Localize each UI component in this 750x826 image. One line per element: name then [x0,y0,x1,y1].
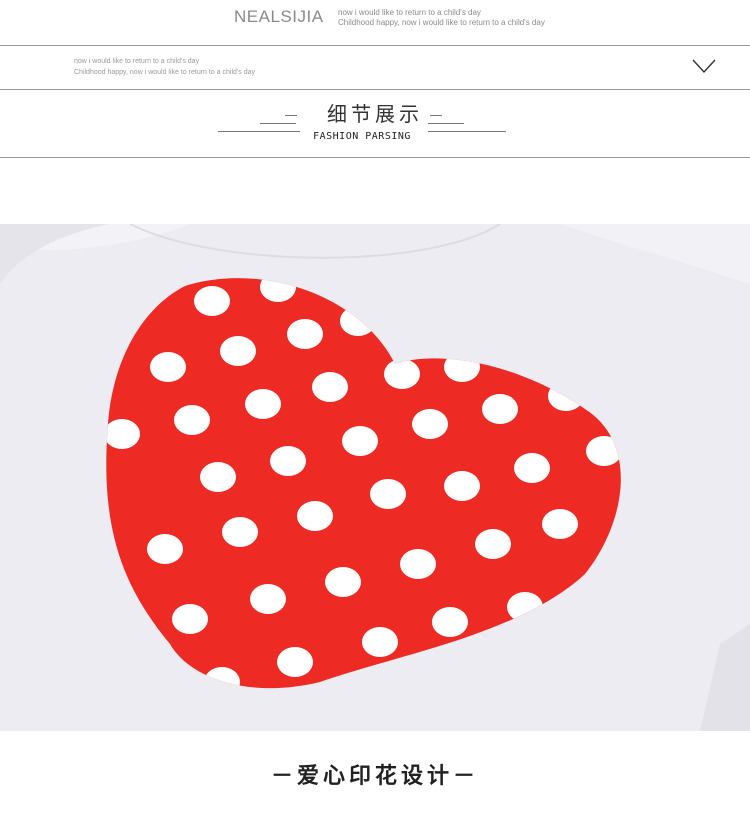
decor-line [285,115,297,116]
brand-name: NEALSIJIA [234,7,324,26]
decor-line [218,131,300,132]
section-title: 细节展示 FASHION PARSING [0,90,750,158]
brand-tagline-line2: Childhood happy, now i would like to ret… [338,18,545,27]
brand-header: NEALSIJIA now i would like to return to … [0,0,750,46]
banner-text-line2: Childhood happy, now i would like to ret… [74,69,255,76]
section-title-en: FASHION PARSING [313,131,411,142]
heart-print-illustration [0,224,750,731]
banner-text: now i would like to return to a child's … [74,56,255,78]
chevron-down-icon[interactable] [692,58,716,74]
section-title-cn: 细节展示 [327,102,423,126]
decor-line [260,123,296,124]
banner-text-line1: now i would like to return to a child's … [74,58,200,65]
decor-line [428,131,506,132]
product-detail-image [0,224,750,731]
brand-tagline-line1: now i would like to return to a child's … [338,8,481,17]
brand-tagline: now i would like to return to a child's … [338,8,545,28]
product-caption: －爱心印花设计－ [270,764,479,789]
collapsible-banner[interactable]: now i would like to return to a child's … [0,46,750,90]
